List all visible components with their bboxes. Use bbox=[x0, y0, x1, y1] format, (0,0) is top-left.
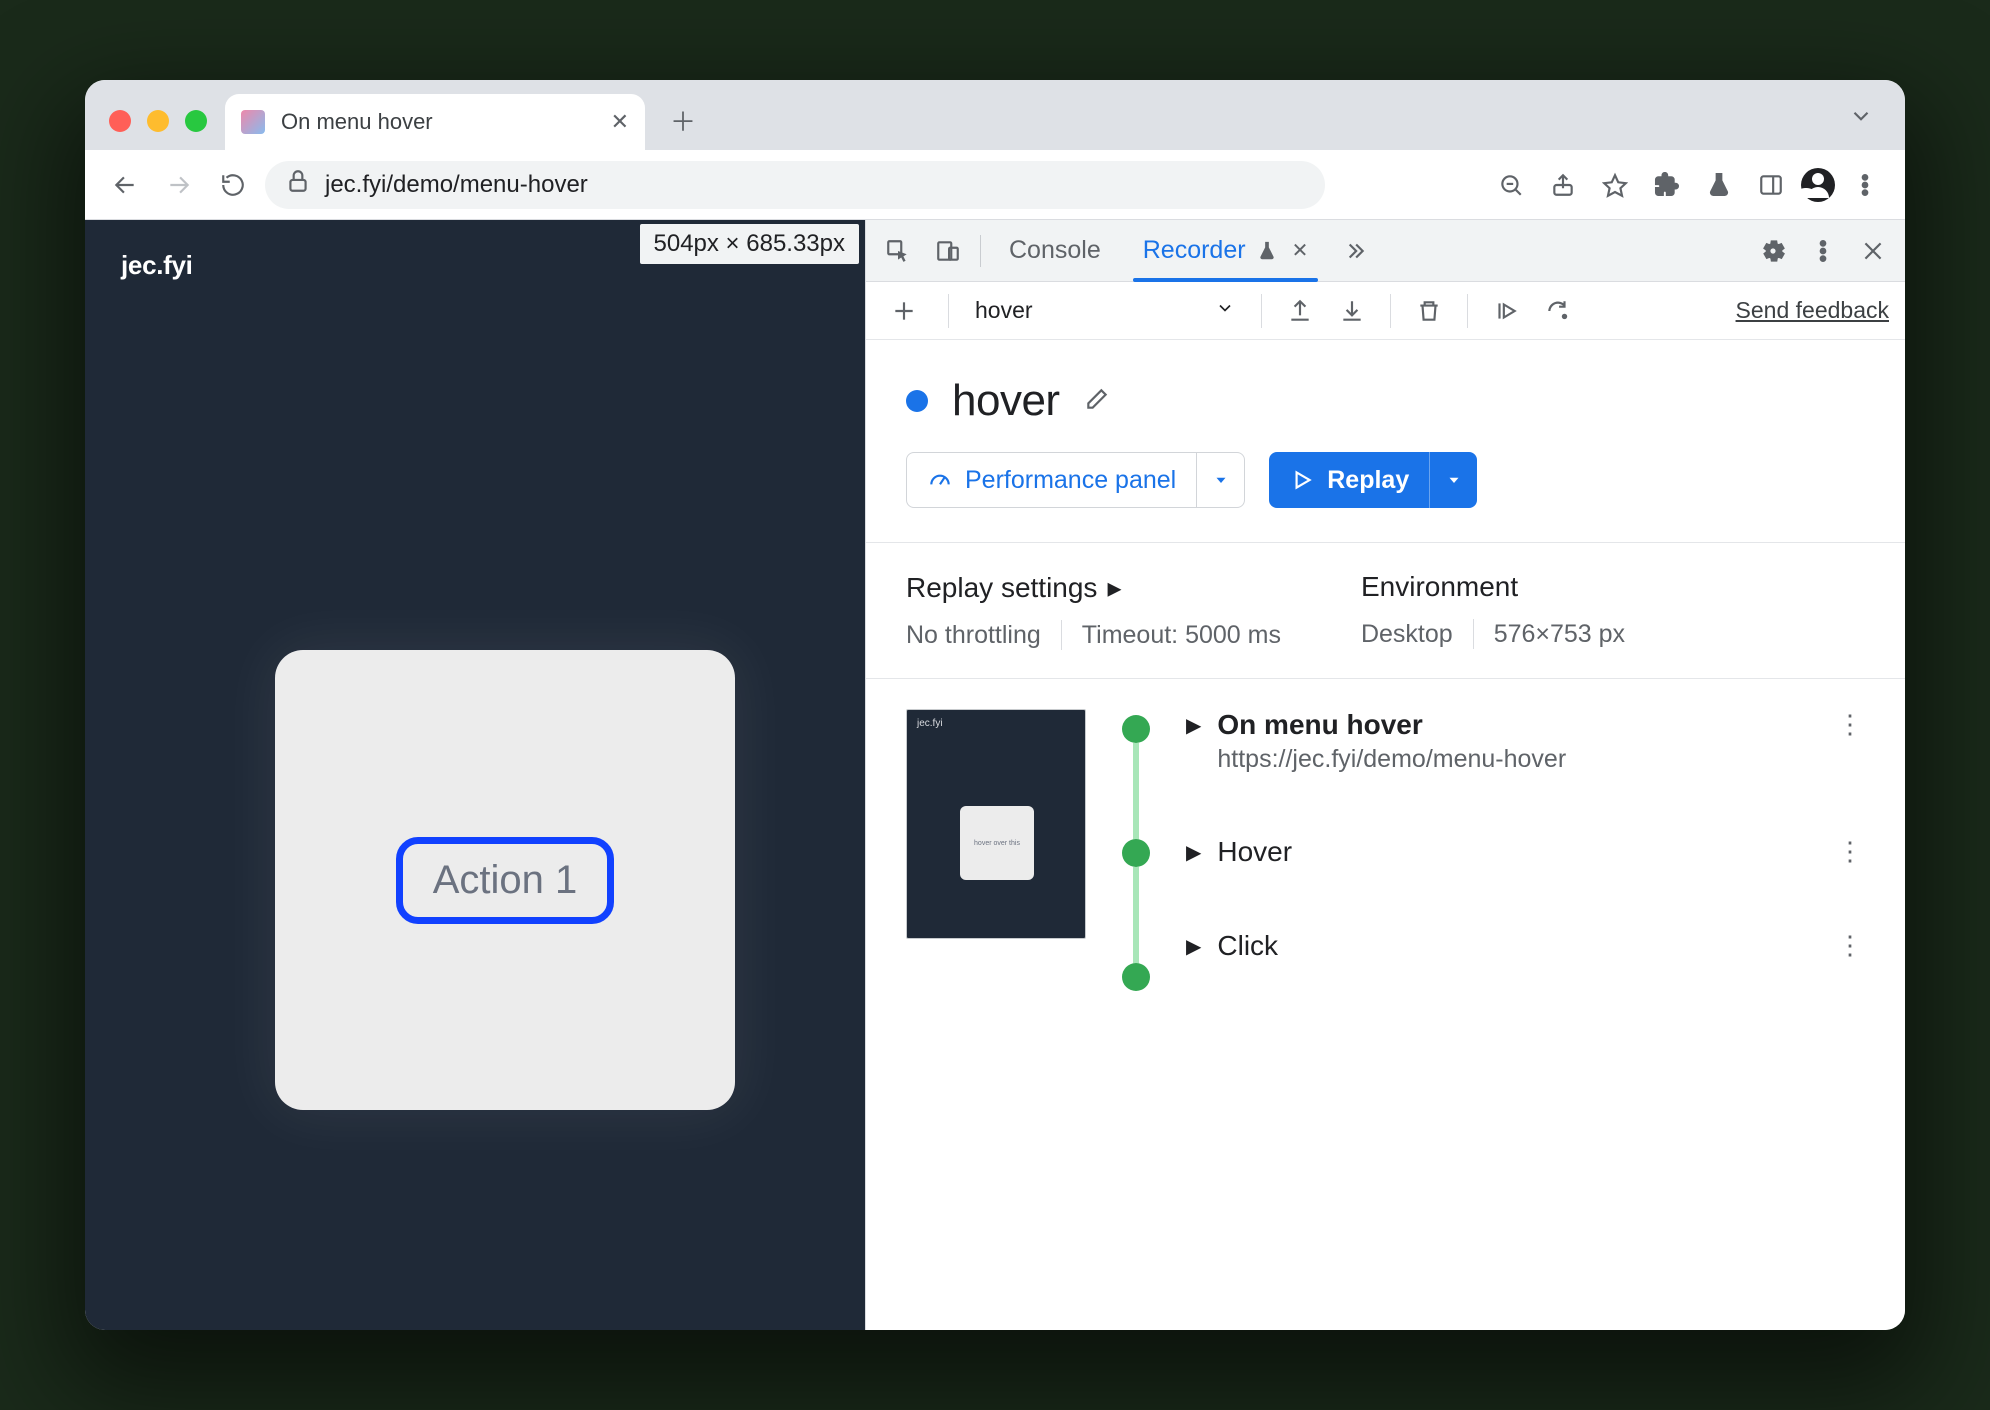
address-bar[interactable]: jec.fyi/demo/menu-hover bbox=[265, 161, 1325, 209]
expand-caret-icon: ▶ bbox=[1186, 709, 1201, 738]
maximize-window-button[interactable] bbox=[185, 110, 207, 132]
demo-card: Action 1 bbox=[275, 650, 735, 1110]
inspect-element-icon[interactable] bbox=[876, 229, 920, 273]
step-menu-button[interactable]: ⋮ bbox=[1835, 709, 1865, 740]
tab-title: On menu hover bbox=[281, 109, 595, 135]
expand-caret-icon: ▶ bbox=[1186, 836, 1201, 865]
timeout-value: Timeout: 5000 ms bbox=[1082, 621, 1281, 650]
expand-caret-icon: ▸ bbox=[1107, 571, 1121, 604]
devtools-settings-icon[interactable] bbox=[1751, 229, 1795, 273]
step-subtitle: https://jec.fyi/demo/menu-hover bbox=[1217, 745, 1819, 774]
replay-button[interactable]: Replay bbox=[1269, 452, 1477, 508]
recording-select[interactable]: hover bbox=[965, 291, 1245, 331]
step-title: On menu hover bbox=[1217, 709, 1819, 741]
recording-status-dot bbox=[906, 390, 928, 412]
send-feedback-link[interactable]: Send feedback bbox=[1736, 297, 1889, 324]
tabs-overflow-button[interactable] bbox=[1841, 96, 1881, 136]
timeline-node bbox=[1122, 715, 1150, 743]
page-viewport: jec.fyi 504px × 685.33px Action 1 bbox=[85, 220, 865, 1330]
replay-settings-row: Replay settings ▸ No throttling Timeout:… bbox=[866, 543, 1905, 650]
labs-flask-icon[interactable] bbox=[1697, 163, 1741, 207]
devtools-panel: Console Recorder ✕ hov bbox=[865, 220, 1905, 1330]
action-chip[interactable]: Action 1 bbox=[396, 837, 615, 924]
recorder-tab-close-icon[interactable]: ✕ bbox=[1292, 238, 1309, 263]
import-recording-icon[interactable] bbox=[1330, 289, 1374, 333]
new-tab-button[interactable]: ＋ bbox=[663, 100, 703, 140]
expand-caret-icon: ▶ bbox=[1186, 930, 1201, 959]
close-window-button[interactable] bbox=[109, 110, 131, 132]
step-item[interactable]: ▶ Hover ⋮ bbox=[1186, 836, 1865, 868]
devtools-close-icon[interactable] bbox=[1851, 229, 1895, 273]
devtools-tab-bar: Console Recorder ✕ bbox=[866, 220, 1905, 282]
side-panel-icon[interactable] bbox=[1749, 163, 1793, 207]
browser-menu-button[interactable] bbox=[1843, 163, 1887, 207]
performance-panel-button[interactable]: Performance panel bbox=[906, 452, 1245, 508]
export-recording-icon[interactable] bbox=[1278, 289, 1322, 333]
recording-name: hover bbox=[952, 376, 1060, 426]
replay-settings-heading[interactable]: Replay settings ▸ bbox=[906, 571, 1281, 604]
more-tabs-button[interactable] bbox=[1332, 229, 1376, 273]
back-button[interactable] bbox=[103, 163, 147, 207]
extensions-icon[interactable] bbox=[1645, 163, 1689, 207]
new-recording-button[interactable] bbox=[882, 289, 926, 333]
replay-dropdown[interactable] bbox=[1429, 452, 1477, 508]
step-over-icon[interactable] bbox=[1484, 289, 1528, 333]
device-value: Desktop bbox=[1361, 620, 1453, 649]
device-toolbar-icon[interactable] bbox=[926, 229, 970, 273]
tab-close-button[interactable]: ✕ bbox=[611, 109, 629, 135]
minimize-window-button[interactable] bbox=[147, 110, 169, 132]
step-title: Hover bbox=[1217, 836, 1819, 868]
window-controls bbox=[99, 110, 225, 150]
site-brand: jec.fyi bbox=[121, 250, 193, 281]
performance-panel-dropdown[interactable] bbox=[1196, 453, 1244, 507]
step-into-icon[interactable] bbox=[1536, 289, 1580, 333]
step-title: Click bbox=[1217, 930, 1819, 962]
rename-recording-icon[interactable] bbox=[1084, 386, 1110, 417]
recorder-tab[interactable]: Recorder ✕ bbox=[1125, 220, 1327, 282]
steps-area: hover over this ▶ On menu hover bbox=[866, 679, 1905, 1031]
tab-strip: On menu hover ✕ ＋ bbox=[85, 80, 1905, 150]
recorder-toolbar: hover Send feedback bbox=[866, 282, 1905, 340]
step-menu-button[interactable]: ⋮ bbox=[1835, 930, 1865, 961]
timeline-node bbox=[1122, 839, 1150, 867]
delete-recording-icon[interactable] bbox=[1407, 289, 1451, 333]
profile-avatar[interactable] bbox=[1801, 168, 1835, 202]
console-tab[interactable]: Console bbox=[991, 220, 1119, 282]
step-item[interactable]: ▶ Click ⋮ bbox=[1186, 930, 1865, 962]
viewport-value: 576×753 px bbox=[1494, 620, 1625, 649]
timeline-node bbox=[1122, 963, 1150, 991]
step-menu-button[interactable]: ⋮ bbox=[1835, 836, 1865, 867]
devtools-menu-icon[interactable] bbox=[1801, 229, 1845, 273]
gauge-icon bbox=[927, 467, 953, 493]
viewport-dimensions-tooltip: 504px × 685.33px bbox=[640, 224, 860, 264]
forward-button[interactable] bbox=[157, 163, 201, 207]
throttling-value: No throttling bbox=[906, 621, 1041, 650]
zoom-out-icon[interactable] bbox=[1489, 163, 1533, 207]
steps-timeline bbox=[1116, 709, 1156, 991]
favicon-icon bbox=[241, 110, 265, 134]
share-icon[interactable] bbox=[1541, 163, 1585, 207]
browser-toolbar: jec.fyi/demo/menu-hover bbox=[85, 150, 1905, 220]
environment-heading: Environment bbox=[1361, 571, 1625, 603]
reload-button[interactable] bbox=[211, 163, 255, 207]
recording-header: hover bbox=[866, 340, 1905, 452]
bookmark-star-icon[interactable] bbox=[1593, 163, 1637, 207]
browser-tab[interactable]: On menu hover ✕ bbox=[225, 94, 645, 150]
lock-icon bbox=[285, 168, 311, 201]
url-text: jec.fyi/demo/menu-hover bbox=[325, 171, 588, 199]
play-icon bbox=[1289, 467, 1315, 493]
browser-window: On menu hover ✕ ＋ jec.fyi/demo/menu-hove… bbox=[85, 80, 1905, 1330]
step-item[interactable]: ▶ On menu hover https://jec.fyi/demo/men… bbox=[1186, 709, 1865, 774]
step-thumbnail: hover over this bbox=[906, 709, 1086, 939]
flask-icon bbox=[1256, 240, 1278, 262]
